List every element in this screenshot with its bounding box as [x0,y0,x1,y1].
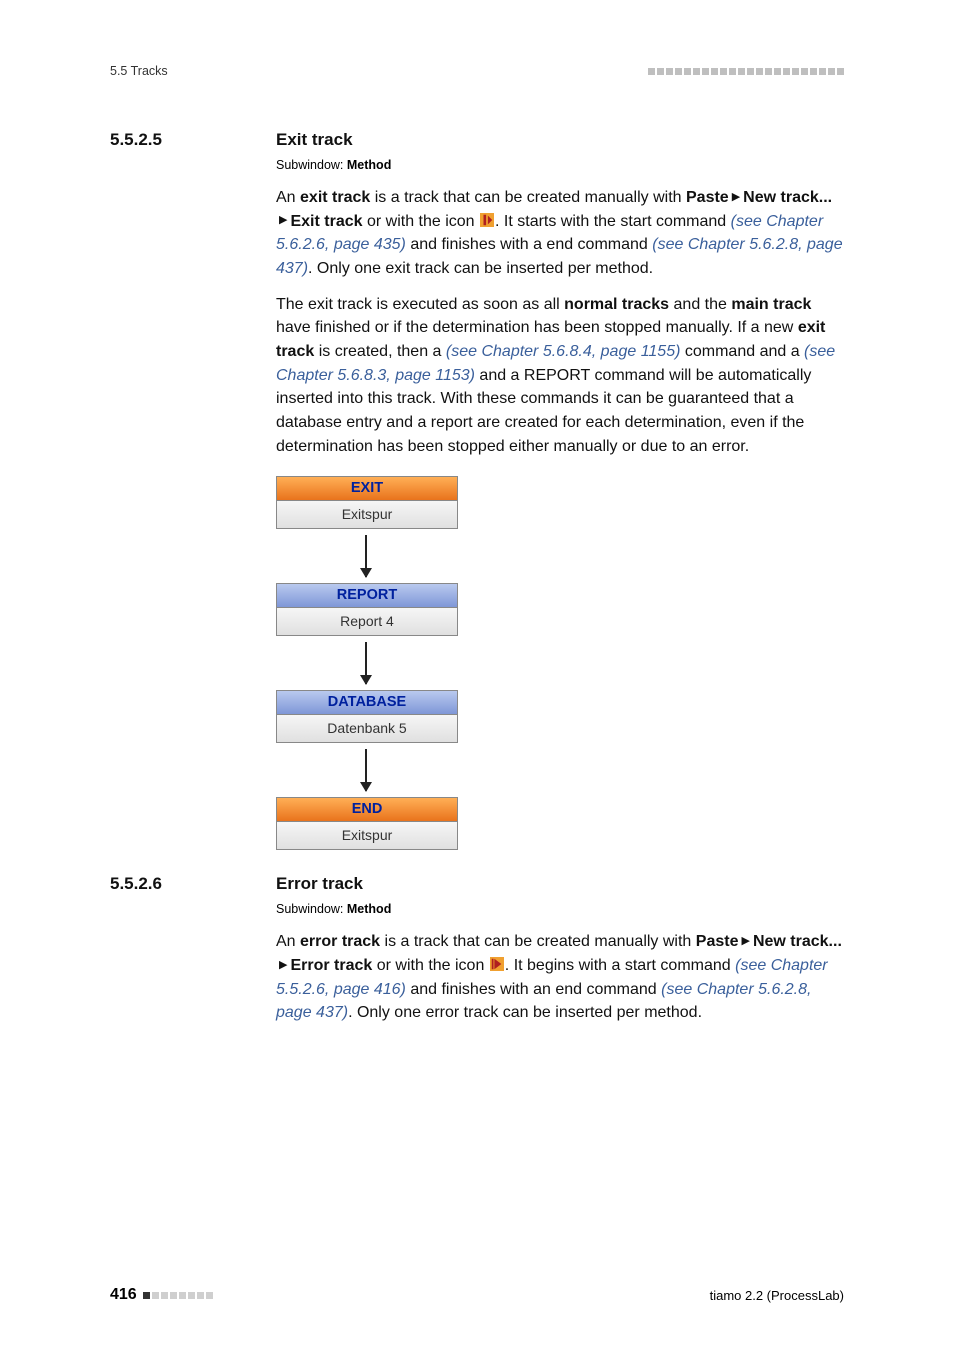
diagram-box-head: DATABASE [277,691,457,714]
error-track-icon [490,957,504,971]
subwindow-line: Subwindow: Method [276,158,844,172]
subwindow-value: Method [347,902,391,916]
diagram-box-report: REPORT Report 4 [276,583,458,636]
section-number: 5.5.2.5 [110,130,250,150]
diagram-box-body: Report 4 [277,607,457,635]
paragraph: An exit track is a track that can be cre… [276,186,844,281]
section-exit-track-body: Subwindow: Method An exit track is a tra… [276,158,844,850]
paragraph: The exit track is executed as soon as al… [276,293,844,459]
diagram-box-body: Exitspur [277,500,457,528]
footer-decor [143,1292,213,1299]
subwindow-line: Subwindow: Method [276,902,844,916]
footer-left: 416 [110,1286,213,1304]
section-title: Exit track [276,130,353,150]
page: 5.5 Tracks 5.5.2.5 Exit track Subwindow:… [0,0,954,1350]
section-title: Error track [276,874,363,894]
menu-separator-icon: ▶ [729,189,743,207]
diagram-arrow [276,636,456,690]
page-header: 5.5 Tracks [110,64,844,78]
footer-right: tiamo 2.2 (ProcessLab) [710,1288,844,1303]
page-number: 416 [110,1286,137,1304]
exit-track-icon [480,213,494,227]
diagram-box-exit: EXIT Exitspur [276,476,458,529]
subwindow-label: Subwindow: [276,158,343,172]
diagram-arrow [276,529,456,583]
menu-separator-icon: ▶ [276,212,290,230]
header-decor [648,68,844,75]
section-error-track-heading: 5.5.2.6 Error track [110,874,844,894]
menu-separator-icon: ▶ [276,957,290,975]
section-number: 5.5.2.6 [110,874,250,894]
diagram-box-head: END [277,798,457,821]
header-left: 5.5 Tracks [110,64,168,78]
diagram-box-head: EXIT [277,477,457,500]
diagram-box-database: DATABASE Datenbank 5 [276,690,458,743]
subwindow-label: Subwindow: [276,902,343,916]
diagram-box-head: REPORT [277,584,457,607]
flow-diagram: EXIT Exitspur REPORT Report 4 DATABASE D… [276,476,844,850]
diagram-box-end: END Exitspur [276,797,458,850]
cross-reference[interactable]: (see Chapter 5.6.8.4, page 1155) [446,343,681,360]
section-error-track-body: Subwindow: Method An error track is a tr… [276,902,844,1025]
menu-separator-icon: ▶ [738,933,752,951]
paragraph: An error track is a track that can be cr… [276,930,844,1025]
page-footer: 416 tiamo 2.2 (ProcessLab) [110,1286,844,1304]
diagram-box-body: Datenbank 5 [277,714,457,742]
diagram-box-body: Exitspur [277,821,457,849]
subwindow-value: Method [347,158,391,172]
diagram-arrow [276,743,456,797]
section-exit-track-heading: 5.5.2.5 Exit track [110,130,844,150]
